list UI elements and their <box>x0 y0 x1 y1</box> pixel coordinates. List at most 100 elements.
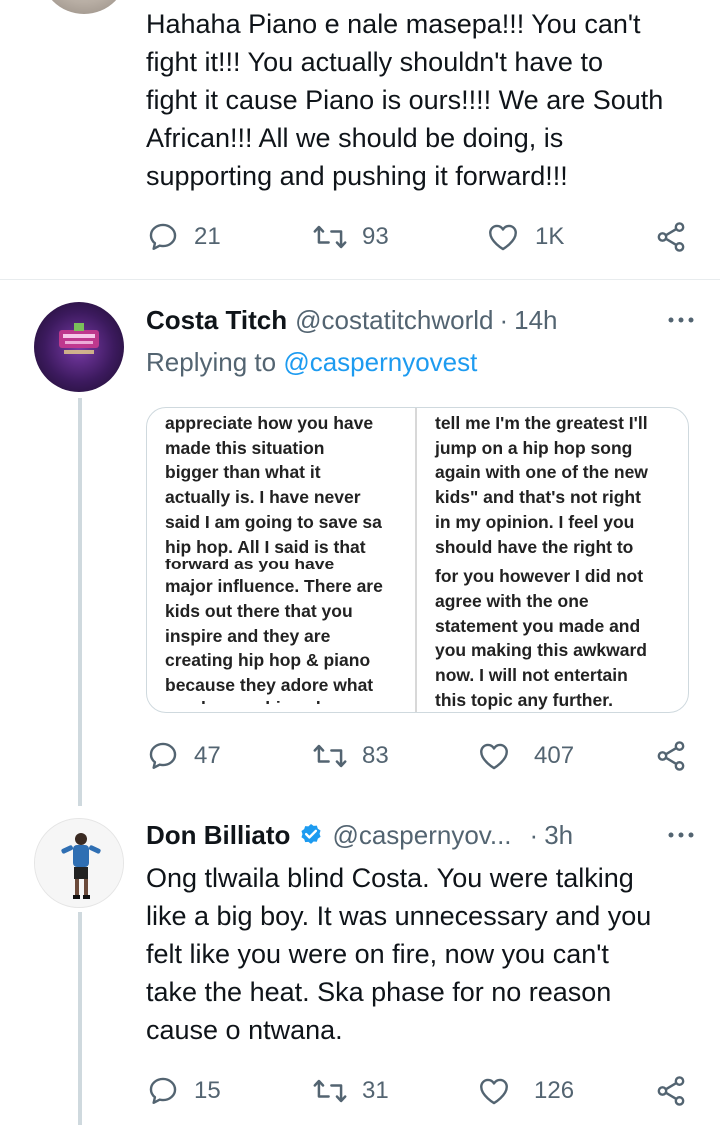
image-text-line: forward as you have <box>165 559 335 572</box>
share-icon <box>654 220 688 254</box>
attached-image[interactable]: appreciate how you have made this situat… <box>146 407 689 713</box>
separator-dot: · <box>529 819 539 850</box>
image-text-line: bigger than what it <box>165 462 321 483</box>
text-line: take the heat. Ska phase for no reason <box>146 977 612 1007</box>
image-text-line: because they adore what <box>165 675 374 696</box>
retweet-icon <box>312 1074 348 1108</box>
like-button[interactable]: 407 <box>476 736 574 776</box>
replying-mention[interactable]: @caspernyovest <box>283 347 477 377</box>
image-text-line: tell me I'm the greatest I'll <box>435 413 648 433</box>
image-text-line: jump on a hip hop song <box>435 437 633 458</box>
like-icon <box>476 739 512 773</box>
reply-icon <box>146 739 180 773</box>
reply-button[interactable]: 47 <box>146 736 221 776</box>
retweet-count: 93 <box>362 223 389 250</box>
image-text-line: now. I will not entertain <box>435 665 628 686</box>
avatar-person-graphic <box>35 819 123 907</box>
text-line: like a big boy. It was unnecessary and y… <box>146 901 652 931</box>
share-icon <box>654 1074 688 1108</box>
more-icon[interactable] <box>664 308 698 332</box>
verified-badge-icon <box>298 822 324 848</box>
image-left-column: appreciate how you have made this situat… <box>147 408 415 712</box>
text-line: Hahaha Piano e nale masepa!!! You can't <box>146 9 641 39</box>
share-button[interactable] <box>654 1071 688 1111</box>
avatar[interactable] <box>34 818 124 908</box>
retweet-button[interactable]: 83 <box>312 736 389 776</box>
reply-count: 47 <box>194 742 221 769</box>
image-text-line: inspire and they are <box>165 625 331 646</box>
image-text-line: actually is. I have never <box>165 487 361 508</box>
timestamp[interactable]: 14h <box>514 305 557 336</box>
image-text-line: you making this awkward <box>435 640 647 661</box>
thread-line <box>78 912 82 1125</box>
like-icon <box>476 1074 512 1108</box>
avatar-partial[interactable] <box>40 0 128 14</box>
image-text-line: statement you made and <box>435 615 641 636</box>
reply-button[interactable]: 15 <box>146 1071 221 1111</box>
user-handle[interactable]: @caspernyov... <box>332 820 511 851</box>
like-button[interactable]: 126 <box>476 1071 574 1111</box>
image-text-line: agree with the one <box>435 590 589 611</box>
reply-icon <box>146 220 180 254</box>
text-line: fight it!!! You actually shouldn't have … <box>146 47 603 77</box>
image-text-line: creating hip hop & piano <box>165 650 371 671</box>
retweet-icon <box>312 220 348 254</box>
image-column-divider <box>415 408 417 712</box>
like-icon <box>485 220 521 254</box>
separator-dot: · <box>499 304 509 335</box>
display-name[interactable]: Costa Titch <box>146 305 287 336</box>
share-button[interactable] <box>654 217 688 257</box>
tweet-3-text: Ong tlwaila blind Costa. You were talkin… <box>146 859 680 1049</box>
image-text-line: made this situation <box>165 437 325 458</box>
user-handle[interactable]: @costatitchworld <box>295 305 493 336</box>
image-text-line: kids" and that's not right <box>435 487 641 508</box>
replying-to: Replying to @caspernyovest <box>146 347 477 378</box>
retweet-button[interactable]: 93 <box>312 217 389 257</box>
divider <box>0 279 720 280</box>
text-line: fight it cause Piano is ours!!!! We are … <box>146 85 664 115</box>
image-text-line: hip hop. All I said is that <box>165 536 366 557</box>
tweet-1-text: Hahaha Piano e nale masepa!!! You can't … <box>146 5 680 195</box>
retweet-count: 31 <box>362 1077 389 1104</box>
retweet-icon <box>312 739 348 773</box>
reply-count: 15 <box>194 1077 221 1104</box>
replying-label: Replying to <box>146 347 277 377</box>
retweet-button[interactable]: 31 <box>312 1071 389 1111</box>
tweet-3-header: Don Billiato @caspernyov... · 3h <box>146 817 694 853</box>
timestamp[interactable]: 3h <box>544 820 573 851</box>
reply-button[interactable]: 21 <box>146 217 221 257</box>
tweet-3-actions: 15 31 126 <box>146 1071 691 1111</box>
reply-icon <box>146 1074 180 1108</box>
display-name[interactable]: Don Billiato <box>146 820 290 851</box>
image-text-line: appreciate how you have <box>165 413 374 433</box>
image-right-column: tell me I'm the greatest I'll jump on a … <box>419 408 687 712</box>
avatar-sign-graphic <box>59 323 99 354</box>
share-icon <box>654 739 688 773</box>
image-text-line: you have achieved <box>165 696 415 704</box>
image-text-line: in my opinion. I feel you <box>435 511 635 532</box>
more-icon[interactable] <box>664 823 698 847</box>
share-button[interactable] <box>654 736 688 776</box>
like-count: 407 <box>534 742 575 769</box>
thread-line <box>78 398 82 806</box>
tweet-2-actions: 47 83 407 <box>146 736 691 776</box>
text-line: Ong tlwaila blind Costa. You were talkin… <box>146 863 634 893</box>
text-line: supporting and pushing it forward!!! <box>146 161 568 191</box>
image-text-line: said I am going to save sa <box>165 511 382 532</box>
image-text-line: major influence. There are <box>165 576 383 597</box>
like-button[interactable]: 1K <box>485 217 564 257</box>
reply-count: 21 <box>194 223 221 250</box>
image-text-line: for you however I did not <box>435 566 644 587</box>
tweet-1-actions: 21 93 1K <box>146 217 691 257</box>
image-text-line: again with one of the new <box>435 462 648 483</box>
tweet-2-header: Costa Titch @costatitchworld · 14h <box>146 302 694 338</box>
image-text-line: should have the right to <box>435 536 634 557</box>
image-text-line: this topic any further. <box>435 689 613 710</box>
text-line: felt like you were on fire, now you can'… <box>146 939 609 969</box>
like-count: 1K <box>535 223 565 250</box>
avatar[interactable] <box>34 302 124 392</box>
image-text-line: kids out there that you <box>165 600 353 621</box>
text-line: cause o ntwana. <box>146 1015 343 1045</box>
text-line: African!!! All we should be doing, is <box>146 123 564 153</box>
like-count: 126 <box>534 1077 575 1104</box>
